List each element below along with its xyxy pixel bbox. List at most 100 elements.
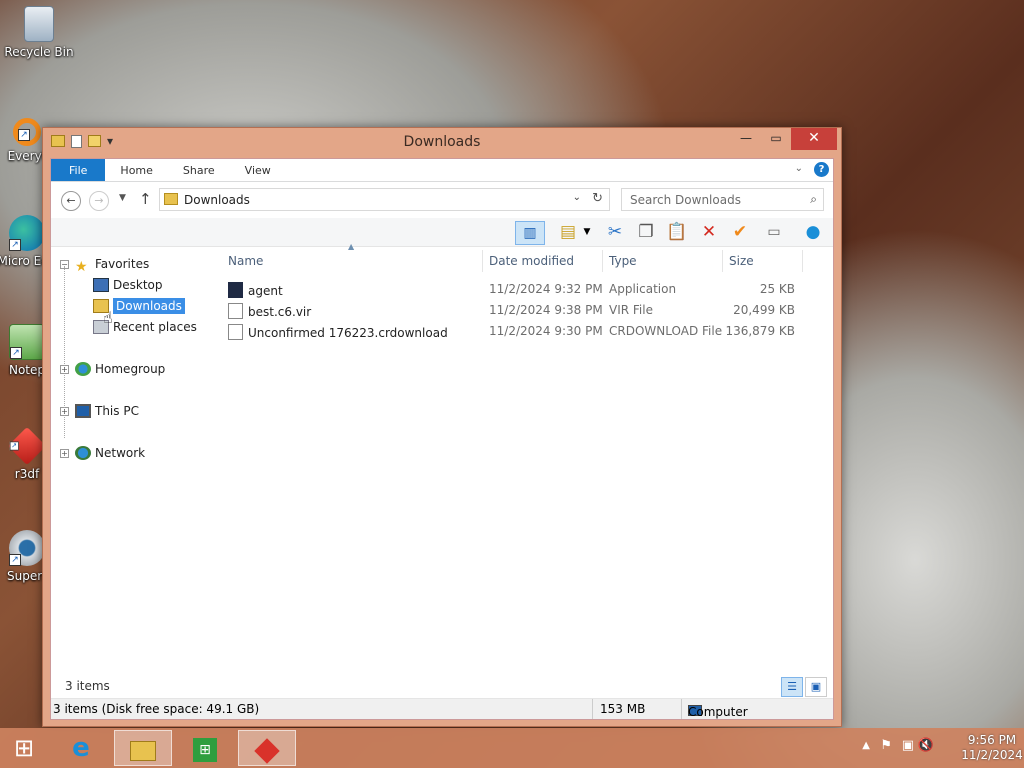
details-view-icon[interactable]: ☰ xyxy=(781,677,803,697)
search-input[interactable]: Search Downloads ⌕ xyxy=(621,188,824,211)
column-separator[interactable] xyxy=(722,250,723,272)
paste-icon[interactable]: 📋 xyxy=(665,221,689,245)
expand-thispc-icon[interactable]: + xyxy=(60,407,69,416)
edge-icon: ↗ xyxy=(9,215,45,251)
desktop-icon xyxy=(93,278,109,292)
address-path[interactable]: Downloads xyxy=(184,193,250,207)
status-divider xyxy=(592,699,593,719)
file-date: 11/2/2024 9:38 PM xyxy=(489,303,603,317)
back-button[interactable]: ← xyxy=(61,191,81,211)
preview-pane-button[interactable]: ▥ xyxy=(515,221,545,245)
table-row[interactable]: Unconfirmed 176223.crdownload 11/2/2024 … xyxy=(228,321,833,342)
tab-home[interactable]: Home xyxy=(105,159,167,181)
clock[interactable]: 9:56 PM 11/2/2024 xyxy=(960,733,1024,763)
r3df-taskbar-icon[interactable] xyxy=(238,730,296,766)
column-separator[interactable] xyxy=(802,250,803,272)
minimize-button[interactable]: — xyxy=(731,128,761,150)
maximize-button[interactable]: ▭ xyxy=(761,128,791,150)
show-hidden-icons-icon[interactable]: ▲ xyxy=(862,740,870,751)
desktop-icon-recycle-bin[interactable]: Recycle Bin xyxy=(0,6,79,59)
file-date: 11/2/2024 9:30 PM xyxy=(489,324,603,338)
status-divider xyxy=(681,699,682,719)
r3df-icon: ↗ xyxy=(7,426,47,466)
address-dropdown-icon[interactable]: ⌄ xyxy=(573,192,581,203)
large-icons-view-icon[interactable]: ▣ xyxy=(805,677,827,697)
file-name: agent xyxy=(228,282,283,298)
rename-icon[interactable]: ▭ xyxy=(762,221,786,245)
clock-time: 9:56 PM xyxy=(967,733,1017,747)
tab-share[interactable]: Share xyxy=(168,159,230,181)
select-check-icon[interactable]: ✔ xyxy=(728,221,752,245)
content-area: − ★ Favorites Desktop Downloads Recent pl… xyxy=(51,242,833,673)
application-icon xyxy=(228,282,243,298)
delete-icon[interactable]: ✕ xyxy=(697,221,721,245)
tab-file[interactable]: File xyxy=(51,159,106,181)
mouse-cursor-icon: ☝ xyxy=(103,308,113,327)
network-status-icon[interactable]: ▣ xyxy=(902,738,914,753)
network-icon xyxy=(75,446,91,460)
column-separator[interactable] xyxy=(602,250,603,272)
store-icon[interactable]: ⊞ xyxy=(176,730,234,766)
file-explorer-icon[interactable] xyxy=(114,730,172,766)
file-list: ▲ Name Date modified Type Size agent 11/… xyxy=(228,242,833,673)
address-bar[interactable]: Downloads ⌄ ↻ xyxy=(159,188,610,211)
help-icon[interactable]: ? xyxy=(814,162,829,177)
search-placeholder: Search Downloads xyxy=(630,193,741,207)
collapse-favorites-icon[interactable]: − xyxy=(60,260,69,269)
nav-this-pc[interactable]: This PC xyxy=(75,404,139,418)
cut-icon[interactable]: ✂ xyxy=(603,221,627,245)
expand-homegroup-icon[interactable]: + xyxy=(60,365,69,374)
command-toolbar: ▥ ▤ ▼ ✂ ❐ 📋 ✕ ✔ ▭ ● xyxy=(51,218,833,247)
computer-icon xyxy=(75,404,91,418)
status-disk-space: 3 items (Disk free space: 49.1 GB) xyxy=(53,702,260,716)
expand-network-icon[interactable]: + xyxy=(60,449,69,458)
file-date: 11/2/2024 9:32 PM xyxy=(489,282,603,296)
status-bar: 3 items (Disk free space: 49.1 GB) 153 M… xyxy=(51,698,833,719)
refresh-icon[interactable]: ↻ xyxy=(592,191,603,206)
explorer-window: ▾ Downloads — ▭ ✕ File Home Share View ⌄… xyxy=(42,127,842,727)
nav-desktop[interactable]: Desktop xyxy=(93,278,163,292)
forward-button[interactable]: → xyxy=(89,191,109,211)
nav-favorites[interactable]: ★ Favorites xyxy=(75,257,149,275)
table-row[interactable]: best.c6.vir 11/2/2024 9:38 PM VIR File 2… xyxy=(228,300,833,321)
folder-options-icon[interactable]: ▤ xyxy=(556,221,580,245)
close-button[interactable]: ✕ xyxy=(791,128,837,150)
expand-ribbon-icon[interactable]: ⌄ xyxy=(795,163,803,174)
nav-homegroup[interactable]: Homegroup xyxy=(75,362,165,376)
file-size: 25 KB xyxy=(759,282,795,296)
column-header-date[interactable]: Date modified xyxy=(489,254,574,268)
up-arrow-icon[interactable]: ↑ xyxy=(139,190,152,208)
tab-view[interactable]: View xyxy=(230,159,286,181)
file-type: VIR File xyxy=(609,303,653,317)
file-name: best.c6.vir xyxy=(228,303,311,319)
column-header-name[interactable]: Name xyxy=(228,254,263,268)
column-separator[interactable] xyxy=(482,250,483,272)
start-button[interactable]: ⊞ xyxy=(0,730,48,766)
file-type: CRDOWNLOAD File xyxy=(609,324,723,338)
view-buttons: ☰ ▣ xyxy=(781,677,827,697)
nav-network[interactable]: Network xyxy=(75,446,145,460)
volume-muted-icon[interactable]: 🔇 xyxy=(918,738,934,753)
title-bar[interactable]: ▾ Downloads — ▭ ✕ xyxy=(43,128,841,158)
column-header-size[interactable]: Size xyxy=(729,254,754,268)
homegroup-icon xyxy=(75,362,91,376)
ribbon-tabs: File Home Share View ⌄ ? xyxy=(51,159,833,182)
action-center-flag-icon[interactable]: ⚑ xyxy=(880,738,892,753)
clock-date: 11/2/2024 xyxy=(961,748,1023,762)
item-count: 3 items xyxy=(65,679,110,693)
star-icon: ★ xyxy=(75,259,88,275)
copy-icon[interactable]: ❐ xyxy=(634,221,658,245)
table-row[interactable]: agent 11/2/2024 9:32 PM Application 25 K… xyxy=(228,279,833,300)
column-header-type[interactable]: Type xyxy=(609,254,637,268)
sort-indicator-icon: ▲ xyxy=(348,242,355,251)
dropdown-icon[interactable]: ▼ xyxy=(581,221,593,245)
recycle-bin-icon xyxy=(24,6,54,42)
recent-locations-icon[interactable]: ▼ xyxy=(119,193,126,203)
notepad-icon: ↗ xyxy=(9,324,45,360)
status-size: 153 MB xyxy=(600,702,646,716)
internet-explorer-icon[interactable]: e xyxy=(52,730,110,766)
file-type: Application xyxy=(609,282,677,296)
properties-globe-icon[interactable]: ● xyxy=(801,221,825,245)
search-icon[interactable]: ⌕ xyxy=(810,192,817,207)
taskbar: ⊞ e ⊞ ▲ ⚑ ▣ 🔇 9:56 PM 11/2/2024 xyxy=(0,728,1024,768)
